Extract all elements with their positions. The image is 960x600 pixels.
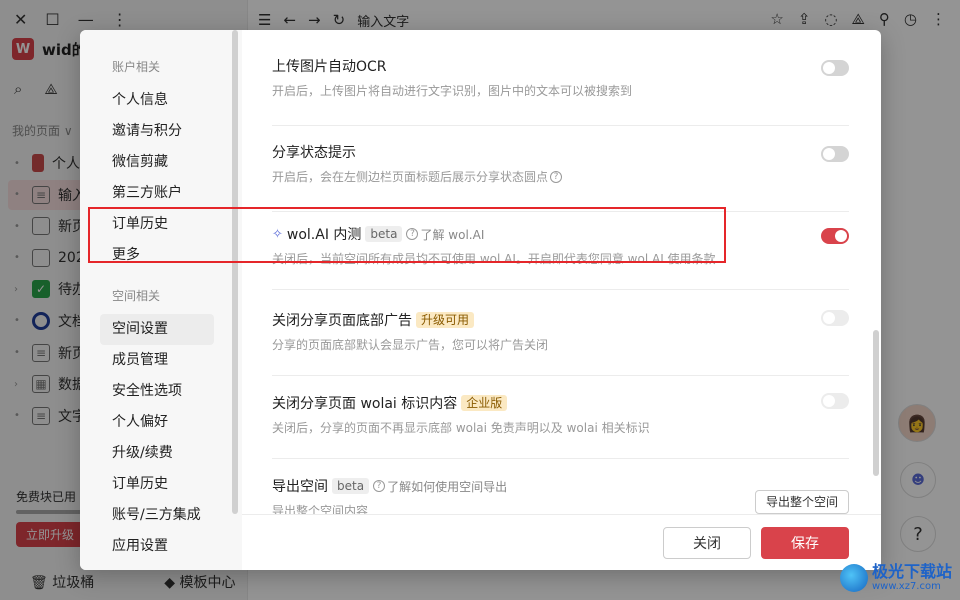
setting-desc: 开启后，上传图片将自动进行文字识别，图片中的文本可以被搜索到: [272, 84, 633, 98]
nav-section-account: 账户相关: [112, 60, 161, 74]
modal-footer: 关闭 保存: [242, 514, 881, 570]
setting-title-row: 关闭分享页面 wolai 标识内容 企业版: [272, 393, 849, 413]
setting-share-ads: 关闭分享页面底部广告 升级可用 分享的页面底部默认会显示广告，您可以将广告关闭: [272, 310, 849, 376]
nav-item-members[interactable]: 成员管理: [80, 345, 214, 376]
share-status-toggle[interactable]: [821, 146, 849, 162]
share-branding-toggle[interactable]: [821, 393, 849, 409]
close-button[interactable]: 关闭: [663, 527, 751, 559]
ocr-toggle[interactable]: [821, 60, 849, 76]
nav-item-security[interactable]: 安全性选项: [80, 376, 214, 407]
watermark-text: 极光下载站 www.xz7.com: [871, 562, 952, 592]
setting-desc: 分享的页面底部默认会显示广告，您可以将广告关闭: [272, 338, 549, 352]
settings-modal: 账户相关 个人信息 邀请与积分 微信剪藏 第三方账户 订单历史 更多 空间相关 …: [80, 30, 881, 570]
nav-scrollbar[interactable]: [232, 30, 238, 514]
setting-ocr: 上传图片自动OCR 开启后，上传图片将自动进行文字识别，图片中的文本可以被搜索到: [272, 56, 849, 126]
beta-tag: beta: [332, 478, 370, 494]
setting-share-status: 分享状态提示 开启后，会在左侧边栏页面标题后展示分享状态圆点 ?: [272, 142, 849, 212]
settings-nav: 账户相关 个人信息 邀请与积分 微信剪藏 第三方账户 订单历史 更多 空间相关 …: [80, 30, 242, 570]
question-icon[interactable]: ?: [550, 170, 563, 183]
watermark: 极光下载站 www.xz7.com: [839, 562, 952, 592]
nav-item-integrations[interactable]: 账号/三方集成: [80, 500, 214, 531]
nav-item-wechat-clip[interactable]: 微信剪藏: [80, 147, 214, 178]
nav-item-upgrade[interactable]: 升级/续费: [80, 438, 214, 469]
nav-section-space: 空间相关: [112, 289, 161, 303]
watermark-logo: [839, 563, 868, 592]
nav-item-invite[interactable]: 邀请与积分: [80, 116, 214, 147]
nav-item-profile[interactable]: 个人信息: [80, 85, 214, 116]
upgrade-tag: 升级可用: [416, 312, 475, 328]
setting-title: 分享状态提示: [272, 145, 356, 161]
settings-content: 上传图片自动OCR 开启后，上传图片将自动进行文字识别，图片中的文本可以被搜索到…: [242, 30, 881, 514]
nav-item-third-party[interactable]: 第三方账户: [80, 178, 214, 209]
nav-item-app-settings[interactable]: 应用设置: [80, 531, 214, 562]
enterprise-tag: 企业版: [461, 395, 508, 411]
nav-item-space-settings[interactable]: 空间设置: [100, 314, 214, 345]
export-space-button[interactable]: 导出整个空间: [754, 490, 849, 514]
save-button[interactable]: 保存: [761, 527, 849, 559]
setting-export: 导出空间 beta ? 了解如何使用空间导出 导出整个空间内容 导出整个空间: [272, 476, 849, 514]
wol-ai-toggle[interactable]: [821, 228, 849, 244]
setting-title: 上传图片自动OCR: [272, 59, 387, 75]
app-window: ✕ ☐ — ⋮ W wid的 ⌕ ⟁ 我的页面 ∨ • 个人 • ≡ 输入 • 新页 •…: [0, 0, 960, 600]
setting-share-branding: 关闭分享页面 wolai 标识内容 企业版 关闭后，分享的页面不再显示底部 wo…: [272, 393, 849, 459]
highlight-box: [88, 207, 726, 263]
setting-title-row: 关闭分享页面底部广告 升级可用: [272, 310, 849, 330]
content-scrollbar[interactable]: [873, 330, 879, 476]
share-ads-toggle[interactable]: [821, 310, 849, 326]
nav-item-preferences[interactable]: 个人偏好: [80, 407, 214, 438]
setting-desc-row: 开启后，会在左侧边栏页面标题后展示分享状态圆点 ?: [272, 168, 849, 185]
question-icon: ?: [373, 480, 386, 492]
export-help-link[interactable]: ? 了解如何使用空间导出: [373, 478, 507, 495]
setting-desc: 关闭后，分享的页面不再显示底部 wolai 免责声明以及 wolai 相关标识: [272, 421, 650, 435]
nav-item-space-orders[interactable]: 订单历史: [80, 469, 214, 500]
